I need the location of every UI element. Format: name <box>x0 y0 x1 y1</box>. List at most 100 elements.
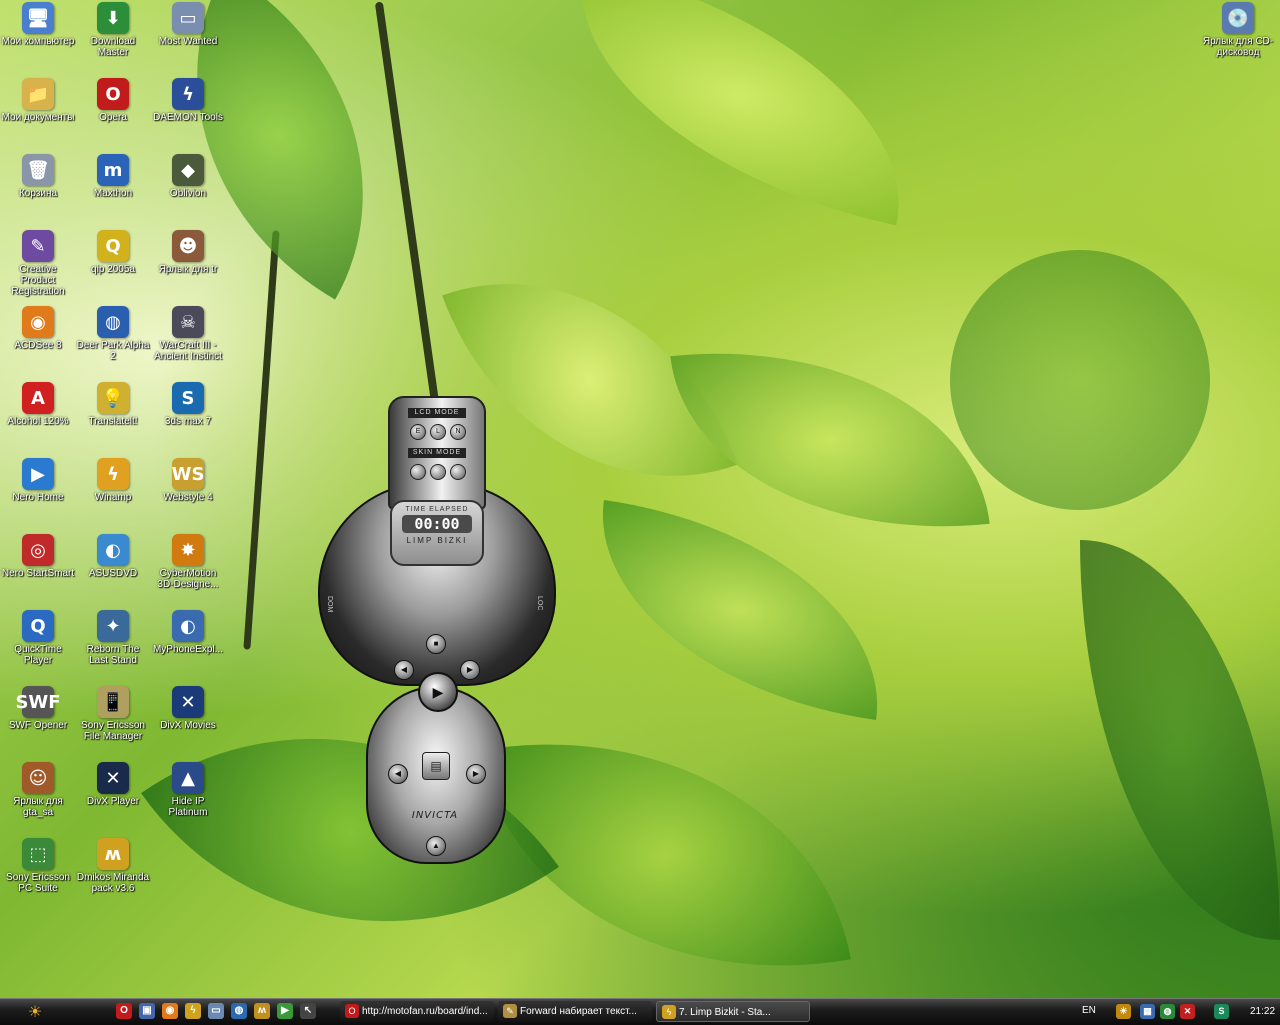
app-icon: Q <box>97 230 129 262</box>
skin-mode-button-2[interactable] <box>430 464 446 480</box>
time-elapsed-label: TIME ELAPSED <box>405 506 469 513</box>
app-icon: 📱 <box>97 686 129 718</box>
desktop-icon[interactable]: Qqip 2005a <box>75 230 151 275</box>
cursor-quick-icon[interactable]: ↖ <box>300 1003 316 1019</box>
desktop-icon[interactable]: ◐ ASUSDVD <box>75 534 151 579</box>
playlist-button[interactable]: ▤ <box>422 752 450 780</box>
app-icon: ▶ <box>22 458 54 490</box>
play-quick-icon[interactable]: ▶ <box>277 1003 293 1019</box>
desktop-icon[interactable]: ▶ Nero Home <box>0 458 76 503</box>
desktop-icon[interactable]: ◆ Oblivion <box>150 154 226 199</box>
play-button[interactable]: ▶ <box>418 672 458 712</box>
desktop-icon[interactable]: ✎ Creative Product Registration <box>0 230 76 297</box>
desktop-icon[interactable]: 📱 Sony Ericsson File Manager <box>75 686 151 742</box>
opera-quick-icon[interactable]: O <box>116 1003 132 1019</box>
desktop-icon[interactable]: S 3ds max 7 <box>150 382 226 427</box>
desktop-icon[interactable]: m Maxthon <box>75 154 151 199</box>
skin-mode-button-3[interactable] <box>450 464 466 480</box>
taskbar-button[interactable]: ✎ Forward набирает текст... <box>498 1001 652 1022</box>
leaf-decoration <box>1080 540 1280 940</box>
taskbar-button-label: 7. Limp Bizkit - Sta... <box>679 1007 771 1018</box>
rewind-button[interactable]: ◀ <box>388 764 408 784</box>
desktop-icon-label: ACDSee 8 <box>14 340 62 351</box>
app-icon: ✸ <box>172 534 204 566</box>
desktop-icon[interactable]: ✸ CyberMotion 3D-Designe... <box>150 534 226 590</box>
desktop-icon[interactable]: ◐ MyPhoneExpl... <box>150 610 226 655</box>
desktop-icon[interactable]: ʍ Dmikos Miranda pack v3.6 <box>75 838 151 894</box>
desktop-icon[interactable]: 🗑 Корзина <box>0 154 76 199</box>
desktop-icon[interactable]: ✦ Reborn The Last Stand <box>75 610 151 666</box>
desktop-icon[interactable]: SWF SWF Opener <box>0 686 76 731</box>
network-tray-icon[interactable]: ▦ <box>1140 1004 1155 1019</box>
desktop-icon[interactable]: 🖥 Мои компьютер <box>0 2 76 47</box>
desktop-icon[interactable]: ϟ DAEMON Tools <box>150 78 226 123</box>
desktop-icon[interactable]: O Opera <box>75 78 151 123</box>
desktop-icon[interactable]: Q QuickTime Player <box>0 610 76 666</box>
next-button[interactable]: ▶ <box>460 660 480 680</box>
desktop-icon[interactable]: 💡 Translatelt! <box>75 382 151 427</box>
desktop-icon[interactable]: ☺ Ярлык для gta_sa <box>0 762 76 818</box>
desktop-icon[interactable]: ✕ DivX Player <box>75 762 151 807</box>
desktop-icon[interactable]: ✕ DivX Movies <box>150 686 226 731</box>
app-icon: ◐ <box>97 534 129 566</box>
track-title: LIMP BIZKI <box>406 536 468 545</box>
forward-button[interactable]: ▶ <box>466 764 486 784</box>
language-indicator[interactable]: EN <box>1082 1005 1096 1016</box>
app-icon: ✕ <box>172 686 204 718</box>
prev-button[interactable]: ◀ <box>394 660 414 680</box>
eject-button[interactable]: ▲ <box>426 836 446 856</box>
desktop-icon-label: Ярлык для tr <box>158 264 218 275</box>
globe-tray-icon[interactable]: ◍ <box>1160 1004 1175 1019</box>
skin-mode-label: SKIN MODE <box>408 448 466 458</box>
desktop-icon[interactable]: ϟ Winamp <box>75 458 151 503</box>
left-side-label: DOM <box>326 596 333 613</box>
stop-button[interactable]: ■ <box>426 634 446 654</box>
sun-tray-icon[interactable]: ☀ <box>1116 1004 1131 1019</box>
desktop-icon[interactable]: ▭ Most Wanted <box>150 2 226 47</box>
app-icon: O <box>97 78 129 110</box>
antivirus-tray-icon[interactable]: ✕ <box>1180 1004 1195 1019</box>
desktop-icon-label: 3ds max 7 <box>164 416 212 427</box>
desktop-icon-label: Nero StartSmart <box>1 568 75 579</box>
taskbar-button[interactable]: Ohttp://motofan.ru/board/ind... <box>340 1001 494 1022</box>
skin-mode-button-1[interactable] <box>410 464 426 480</box>
desktop-icon-label: Ярлык для CD-дисковод <box>1202 36 1274 58</box>
desktop-icon[interactable]: ☻ Ярлык для tr <box>150 230 226 275</box>
taskbar-button[interactable]: ϟ 7. Limp Bizkit - Sta... <box>656 1001 810 1022</box>
lcd-e-button[interactable]: E <box>410 424 426 440</box>
desktop-icon[interactable]: ⬇ Download Master <box>75 2 151 58</box>
desktop-icon[interactable]: ☠ WarCraft III - Ancient Instinct <box>150 306 226 362</box>
desktop-icon[interactable]: ▲ Hide IP Platinum <box>150 762 226 818</box>
lcd-l-button[interactable]: L <box>430 424 446 440</box>
start-button[interactable]: ☀ <box>6 1001 64 1023</box>
floppy-quick-icon[interactable]: ▣ <box>139 1003 155 1019</box>
desktop-icon[interactable]: A Alcohol 120% <box>0 382 76 427</box>
desktop-icon[interactable]: ⬚ Sony Ericsson PC Suite <box>0 838 76 894</box>
lcd-n-button[interactable]: N <box>450 424 466 440</box>
task-app-icon: ϟ <box>662 1005 676 1019</box>
app-icon: ◉ <box>22 306 54 338</box>
app-icon: ◐ <box>172 610 204 642</box>
desktop-icon[interactable]: 📁 Мои документы <box>0 78 76 123</box>
desktop-icon[interactable]: ◍ Deer Park Alpha 2 <box>75 306 151 362</box>
leaf-decoration <box>544 0 936 226</box>
app-icon: S <box>172 382 204 414</box>
desktop-icon-label: Opera <box>99 112 127 123</box>
clock[interactable]: 21:22 <box>1250 1006 1275 1017</box>
globe-quick-icon[interactable]: ◍ <box>231 1003 247 1019</box>
chat-tray-icon[interactable]: S <box>1214 1004 1229 1019</box>
desktop-icon-label: ASUSDVD <box>88 568 138 579</box>
media-player-skin[interactable]: LCD MODE E L N SKIN MODE TIME ELAPSED 00… <box>318 396 556 866</box>
acdsee-quick-icon[interactable]: ◉ <box>162 1003 178 1019</box>
desktop-icon[interactable]: ◎ Nero StartSmart <box>0 534 76 579</box>
desktop-icon[interactable]: WS Webstyle 4 <box>150 458 226 503</box>
app-icon: 🖥 <box>22 2 54 34</box>
player-mode-panel: LCD MODE E L N SKIN MODE <box>388 396 486 510</box>
player-lcd-screen: TIME ELAPSED 00:00 LIMP BIZKI <box>390 500 484 566</box>
desktop-icon[interactable]: ◉ ACDSee 8 <box>0 306 76 351</box>
leaf-decoration <box>578 499 902 721</box>
desktop-icon[interactable]: 💿 Ярлык для CD-дисковод <box>1200 2 1276 58</box>
translate-quick-icon[interactable]: ϟ <box>185 1003 201 1019</box>
window-quick-icon[interactable]: ▭ <box>208 1003 224 1019</box>
miranda-quick-icon[interactable]: ʍ <box>254 1003 270 1019</box>
